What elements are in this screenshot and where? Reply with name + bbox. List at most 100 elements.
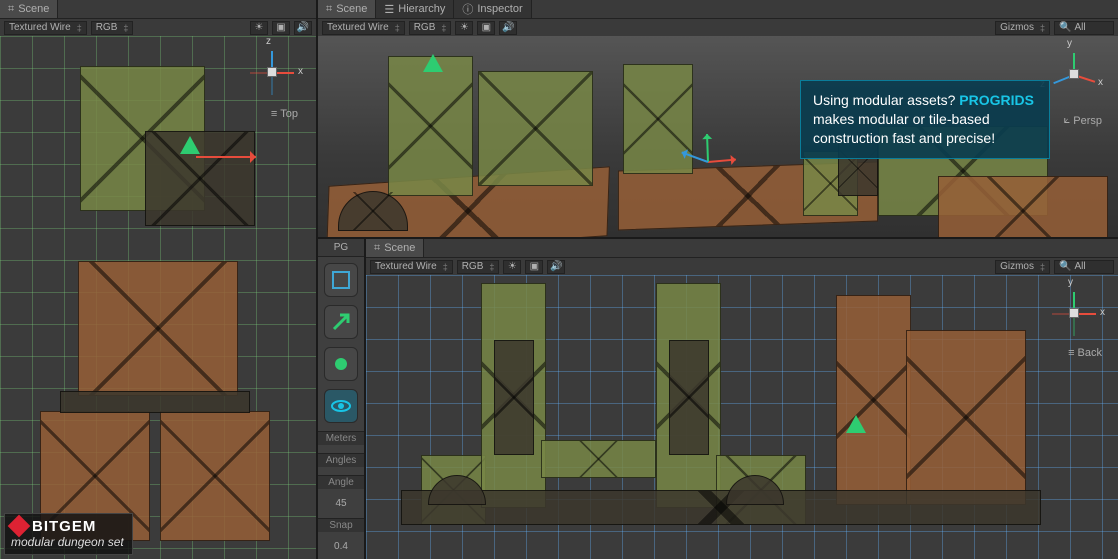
- color-mode-dropdown[interactable]: RGB: [409, 21, 452, 35]
- gizmos-dropdown[interactable]: Gizmos: [995, 260, 1050, 274]
- scene-icon: ⌗: [8, 3, 14, 16]
- view-label-text: Persp: [1073, 115, 1102, 127]
- bottom-viewport[interactable]: x y ≡ Back: [366, 275, 1118, 559]
- inspector-icon: ⓘ: [462, 1, 473, 17]
- search-placeholder: All: [1074, 22, 1085, 33]
- search-placeholder: All: [1074, 261, 1085, 272]
- scene-icon: ⌗: [374, 242, 380, 255]
- shading-mode-label: Textured Wire: [375, 261, 437, 272]
- shading-mode-label: Textured Wire: [327, 22, 389, 33]
- pg-push-button[interactable]: [324, 305, 358, 339]
- info-line-1: Using modular assets?: [813, 92, 959, 108]
- top-tab-bar: ⌗ Scene ☰ Hierarchy ⓘ Inspector: [318, 0, 1118, 18]
- axis-y-label: y: [1067, 38, 1072, 49]
- top-view-label[interactable]: ⟀ Persp: [1064, 114, 1102, 127]
- tab-scene-top[interactable]: ⌗ Scene: [318, 0, 376, 18]
- gizmos-label: Gizmos: [1000, 22, 1034, 33]
- lighting-toggle[interactable]: ☀: [503, 260, 521, 274]
- badge-sub: modular dungeon set: [11, 536, 124, 548]
- color-mode-label: RGB: [462, 261, 484, 272]
- fx-toggle[interactable]: ▣: [272, 21, 290, 35]
- bitgem-logo-icon: [8, 515, 31, 538]
- asset-badge: BITGEM modular dungeon set: [4, 513, 133, 555]
- circle-icon: [330, 353, 352, 375]
- left-view-label[interactable]: ≡ Top: [271, 108, 298, 120]
- gizmos-dropdown[interactable]: Gizmos: [995, 21, 1050, 35]
- left-tab-bar: ⌗ Scene: [0, 0, 316, 18]
- tab-scene-left[interactable]: ⌗ Scene: [0, 0, 58, 18]
- tab-inspector[interactable]: ⓘ Inspector: [454, 0, 531, 18]
- shading-mode-dropdown[interactable]: Textured Wire: [4, 21, 87, 35]
- audio-toggle[interactable]: 🔊: [499, 21, 517, 35]
- tab-label: Scene: [336, 3, 367, 15]
- info-brand: PROGRIDS: [959, 92, 1034, 108]
- axis-x-label: x: [1100, 307, 1105, 318]
- tab-label: Scene: [384, 242, 415, 254]
- axis-x-label: x: [298, 66, 303, 77]
- tab-label: Hierarchy: [398, 3, 445, 15]
- view-label-text: Back: [1078, 347, 1102, 359]
- gizmos-label: Gizmos: [1000, 261, 1034, 272]
- search-input[interactable]: 🔍 All: [1054, 21, 1114, 35]
- bottom-axis-gizmo[interactable]: x y: [1044, 283, 1104, 343]
- shading-mode-dropdown[interactable]: Textured Wire: [370, 260, 453, 274]
- move-gizmo[interactable]: [668, 121, 748, 201]
- lighting-toggle[interactable]: ☀: [455, 21, 473, 35]
- bottom-tab-bar: ⌗ Scene: [366, 239, 1118, 257]
- pg-snap-toggle[interactable]: [324, 263, 358, 297]
- pg-header: PG: [318, 239, 364, 257]
- pg-angle-value[interactable]: 45: [318, 497, 364, 510]
- lighting-toggle[interactable]: ☀: [250, 21, 268, 35]
- progrids-info: Using modular assets? PROGRIDS makes mod…: [800, 80, 1050, 159]
- color-mode-dropdown[interactable]: RGB: [91, 21, 134, 35]
- tab-label: Scene: [18, 3, 49, 15]
- audio-toggle[interactable]: 🔊: [547, 260, 565, 274]
- shading-mode-dropdown[interactable]: Textured Wire: [322, 21, 405, 35]
- top-axis-gizmo[interactable]: x y z: [1044, 44, 1104, 104]
- arrow-up-right-icon: [330, 311, 352, 333]
- search-input[interactable]: 🔍 All: [1054, 260, 1114, 274]
- shading-mode-label: Textured Wire: [9, 22, 71, 33]
- color-mode-dropdown[interactable]: RGB: [457, 260, 500, 274]
- top-viewport[interactable]: x y z ⟀ Persp Using modular assets? PROG…: [318, 36, 1118, 237]
- progrids-panel: PG Meters Angles Angl: [318, 239, 366, 559]
- search-icon: 🔍: [1059, 261, 1071, 272]
- image-icon: ▣: [276, 22, 285, 33]
- sun-icon: ☀: [460, 22, 469, 33]
- left-toolbar: Textured Wire RGB ☀ ▣ 🔊: [0, 18, 316, 36]
- pg-meters-button[interactable]: Meters: [318, 431, 364, 445]
- audio-icon: 🔊: [297, 22, 309, 33]
- top-toolbar: Textured Wire RGB ☀ ▣ 🔊 Gizmos 🔍 All: [318, 18, 1118, 36]
- bottom-view-label[interactable]: ≡ Back: [1068, 347, 1102, 359]
- badge-brand: BITGEM: [32, 519, 96, 534]
- pg-snap-value[interactable]: 0.4: [318, 540, 364, 553]
- persp-icon: ⟀: [1064, 114, 1071, 127]
- pg-axis-toggle[interactable]: [324, 347, 358, 381]
- tab-scene-bottom[interactable]: ⌗ Scene: [366, 239, 424, 257]
- ortho-icon: ≡: [271, 108, 277, 120]
- fx-toggle[interactable]: ▣: [525, 260, 543, 274]
- scene-icon: ⌗: [326, 3, 332, 16]
- grid-snap-icon: [330, 269, 352, 291]
- ortho-icon: ≡: [1068, 347, 1074, 359]
- image-icon: ▣: [530, 261, 539, 272]
- pg-visibility-toggle[interactable]: [324, 389, 358, 423]
- axis-z-label: z: [266, 36, 271, 47]
- audio-toggle[interactable]: 🔊: [294, 21, 312, 35]
- tab-label: Inspector: [477, 3, 522, 15]
- left-viewport[interactable]: x z ≡ Top BITGEM modular dungeon set: [0, 36, 316, 559]
- tab-hierarchy[interactable]: ☰ Hierarchy: [376, 0, 454, 18]
- color-mode-label: RGB: [96, 22, 118, 33]
- audio-icon: 🔊: [502, 22, 514, 33]
- axis-x-label: x: [1098, 77, 1103, 88]
- audio-icon: 🔊: [550, 261, 562, 272]
- color-mode-label: RGB: [414, 22, 436, 33]
- left-axis-gizmo[interactable]: x z: [242, 42, 302, 102]
- sun-icon: ☀: [508, 261, 517, 272]
- hierarchy-icon: ☰: [384, 3, 394, 16]
- pg-angles-button[interactable]: Angles: [318, 453, 364, 467]
- eye-icon: [330, 395, 352, 417]
- fx-toggle[interactable]: ▣: [477, 21, 495, 35]
- info-line-2: makes modular or tile-based construction…: [813, 111, 995, 146]
- pg-angle-label: Angle: [318, 475, 364, 489]
